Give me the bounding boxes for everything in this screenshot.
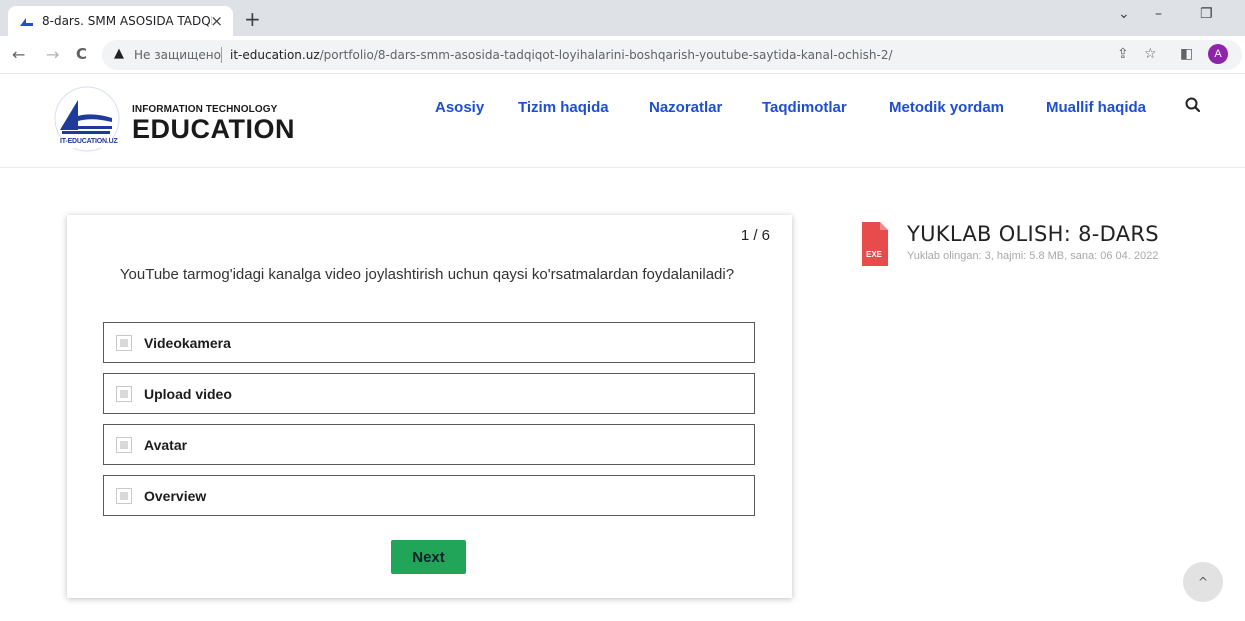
minimize-window-button[interactable]: –: [1155, 6, 1162, 22]
quiz-option[interactable]: Upload video: [103, 373, 755, 414]
close-tab-icon[interactable]: ×: [210, 12, 223, 30]
quiz-option[interactable]: Avatar: [103, 424, 755, 465]
browser-tab[interactable]: 8-dars. SMM ASOSIDA TADQIQOT ×: [8, 6, 233, 36]
chevron-up-icon: ^: [1197, 575, 1209, 589]
reload-button[interactable]: C: [76, 45, 87, 63]
url-host: it-education.uz: [230, 48, 320, 62]
next-button[interactable]: Next: [391, 540, 466, 574]
nav-metodik-yordam[interactable]: Metodik yordam: [889, 99, 1004, 116]
tab-search-icon[interactable]: ⌄: [1118, 6, 1130, 22]
option-label: Videokamera: [144, 334, 231, 351]
nav-tizim-haqida[interactable]: Tizim haqida: [518, 99, 609, 116]
quiz-progress: 1 / 6: [740, 227, 770, 244]
forward-button[interactable]: →: [46, 45, 59, 64]
exe-file-icon: EXE: [862, 222, 888, 266]
tab-title: 8-dars. SMM ASOSIDA TADQIQOT: [42, 14, 212, 28]
quiz-question: YouTube tarmog'idagi kanalga video joyla…: [119, 266, 735, 283]
download-widget[interactable]: EXE YUKLAB OLISH: 8-DARS Yuklab olingan:…: [862, 222, 1222, 272]
option-label: Upload video: [144, 385, 232, 402]
download-title[interactable]: YUKLAB OLISH: 8-DARS: [907, 222, 1159, 246]
option-checkbox[interactable]: [116, 385, 132, 402]
quiz-option[interactable]: Videokamera: [103, 322, 755, 363]
logo-title: EDUCATION: [132, 114, 295, 144]
address-divider: [221, 47, 222, 63]
nav-taqdimotlar[interactable]: Taqdimotlar: [762, 99, 847, 116]
profile-avatar[interactable]: A: [1208, 44, 1228, 64]
search-icon[interactable]: [1184, 96, 1202, 114]
restore-window-button[interactable]: ❐: [1200, 6, 1213, 22]
bookmark-star-icon[interactable]: ☆: [1144, 46, 1157, 62]
not-secure-label: Не защищено: [134, 48, 221, 62]
option-checkbox[interactable]: [116, 334, 132, 351]
site-logo[interactable]: IT-EDUCATION.UZ INFORMATION TECHNOLOGY E…: [52, 86, 302, 152]
download-meta: Yuklab olingan: 3, hajmi: 5.8 MB, sana: …: [907, 250, 1159, 262]
option-label: Overview: [144, 487, 207, 504]
checkbox-fill: [120, 338, 128, 347]
share-icon[interactable]: ⇪: [1117, 46, 1129, 62]
option-label: Avatar: [144, 436, 188, 453]
nav-nazoratlar[interactable]: Nazoratlar: [649, 99, 722, 116]
url-path: /portfolio/8-dars-smm-asosida-tadqiqot-l…: [319, 48, 893, 62]
option-checkbox[interactable]: [116, 487, 132, 504]
site-favicon-icon: [18, 15, 34, 27]
not-secure-warning-icon[interactable]: ▲: [114, 46, 124, 61]
option-checkbox[interactable]: [116, 436, 132, 453]
side-panel-icon[interactable]: ◧: [1180, 46, 1193, 62]
browser-toolbar: ← → C ▲ Не защищено it-education.uz/port…: [0, 36, 1245, 74]
checkbox-fill: [120, 440, 128, 449]
nav-asosiy[interactable]: Asosiy: [435, 99, 484, 116]
nav-muallif-haqida[interactable]: Muallif haqida: [1046, 99, 1146, 116]
file-type-label: EXE: [866, 250, 883, 259]
site-header: IT-EDUCATION.UZ INFORMATION TECHNOLOGY E…: [0, 74, 1245, 168]
logo-badge: IT-EDUCATION.UZ: [60, 138, 118, 145]
address-bar[interactable]: ▲ Не защищено it-education.uz/portfolio/…: [102, 40, 1242, 70]
quiz-card: 1 / 6 YouTube tarmog'idagi kanalga video…: [67, 215, 792, 598]
back-button[interactable]: ←: [12, 45, 25, 64]
checkbox-fill: [120, 491, 128, 500]
quiz-option[interactable]: Overview: [103, 475, 755, 516]
new-tab-button[interactable]: +: [244, 7, 261, 31]
checkbox-fill: [120, 389, 128, 398]
browser-tab-strip: 8-dars. SMM ASOSIDA TADQIQOT × + ⌄ – ❐: [0, 0, 1245, 36]
address-url: it-education.uz/portfolio/8-dars-smm-aso…: [230, 48, 893, 62]
scroll-to-top-button[interactable]: ^: [1183, 562, 1223, 602]
